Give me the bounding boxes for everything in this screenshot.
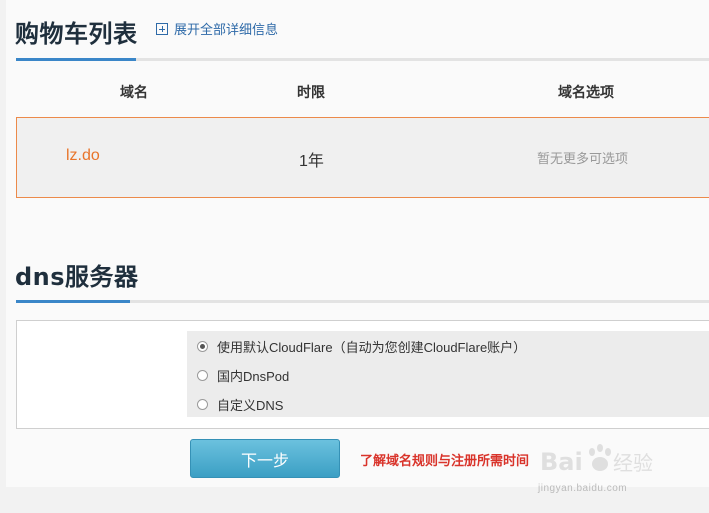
svg-text:经验: 经验 bbox=[613, 451, 653, 475]
cart-row-domain[interactable]: lz.do bbox=[66, 147, 100, 165]
svg-text:Bai: Bai bbox=[540, 448, 583, 476]
expand-all-details-link[interactable]: 展开全部详细信息 bbox=[156, 19, 278, 38]
expand-label: 展开全部详细信息 bbox=[174, 22, 279, 37]
cart-row-options: 暂无更多可选项 bbox=[537, 151, 629, 166]
baidu-jingyan-watermark-logo: Bai 经验 bbox=[540, 444, 653, 476]
column-header-domain-options: 域名选项 bbox=[558, 84, 614, 100]
dns-option-label: 自定义DNS bbox=[217, 398, 284, 413]
watermark-url: jingyan.baidu.com bbox=[538, 483, 628, 494]
dns-option-custom[interactable]: 自定义DNS bbox=[197, 395, 283, 414]
plus-icon bbox=[156, 22, 168, 35]
dns-title-underline bbox=[16, 300, 130, 303]
column-header-domain: 域名 bbox=[120, 84, 148, 100]
cart-title-underline bbox=[16, 58, 136, 61]
column-header-term: 时限 bbox=[297, 84, 325, 100]
radio-icon[interactable] bbox=[197, 399, 208, 410]
next-step-button[interactable]: 下一步 bbox=[190, 439, 340, 478]
cart-title: 购物车列表 bbox=[15, 20, 138, 48]
cart-row-term: 1年 bbox=[299, 153, 324, 170]
dns-title: dns服务器 bbox=[15, 263, 139, 291]
radio-icon[interactable] bbox=[197, 370, 208, 381]
domain-rules-link[interactable]: 了解域名规则与注册所需时间 bbox=[360, 450, 529, 469]
dns-option-label: 使用默认CloudFlare（自动为您创建CloudFlare账户） bbox=[217, 340, 527, 355]
dns-option-dnspod[interactable]: 国内DnsPod bbox=[197, 366, 289, 385]
dns-option-cloudflare[interactable]: 使用默认CloudFlare（自动为您创建CloudFlare账户） bbox=[197, 337, 526, 356]
radio-selected-icon[interactable] bbox=[197, 341, 208, 352]
dns-option-label: 国内DnsPod bbox=[217, 369, 290, 384]
